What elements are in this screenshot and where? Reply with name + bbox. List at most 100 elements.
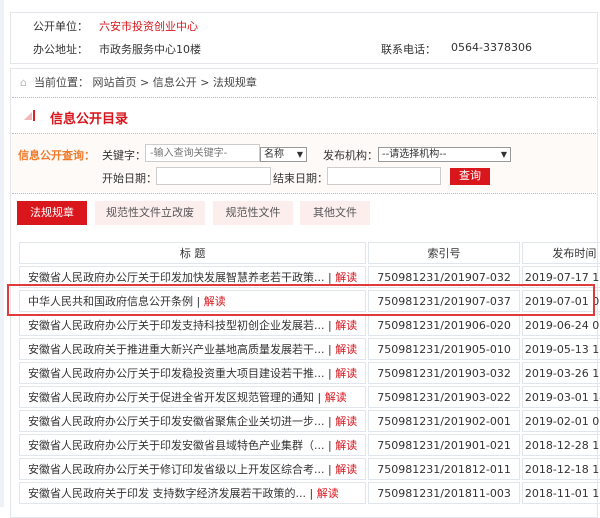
org-select-value: --请选择机构-- [382, 149, 447, 160]
header-date: 发布时间 [521, 242, 600, 264]
tab-regulations[interactable]: 法规规章 [17, 201, 87, 225]
interpretation-link[interactable]: 解读 [204, 295, 226, 308]
address-value: 市政务服务中心10楼 [99, 43, 201, 56]
document-title-link[interactable]: 安徽省人民政府办公厅关于促进全省开发区规范管理的通知 [28, 391, 314, 404]
row-title-cell: 安徽省人民政府办公厅关于修订印发省级以上开发区综合考... | 解读 [19, 458, 367, 480]
row-index: 750981231/201902-001 [368, 410, 520, 432]
tab-other-documents[interactable]: 其他文件 [300, 201, 370, 225]
row-date: 2019-06-24 09:19 [521, 314, 600, 336]
document-title-link[interactable]: 安徽省人民政府关于印发 支持数字经济发展若干政策的... [28, 487, 306, 500]
divider [12, 193, 596, 194]
keyword-input[interactable] [145, 144, 260, 162]
breadcrumb-sep: > [200, 76, 210, 89]
row-date: 2019-07-17 12:21 [521, 266, 600, 288]
row-index: 750981231/201906-020 [368, 314, 520, 336]
table-row: 安徽省人民政府办公厅关于印发支持科技型初创企业发展若... | 解读 750981… [19, 314, 600, 336]
table-row: 安徽省人民政府办公厅关于印发安徽省聚焦企业关切进一步... | 解读 750981… [19, 410, 600, 432]
document-title-link[interactable]: 安徽省人民政府办公厅关于修订印发省级以上开发区综合考... [28, 463, 325, 476]
document-title-link[interactable]: 安徽省人民政府关于推进重大新兴产业基地高质量发展若干... [28, 343, 325, 356]
interpretation-link[interactable]: 解读 [325, 391, 347, 404]
home-icon: ⌂ [20, 76, 27, 89]
row-index: 750981231/201812-011 [368, 458, 520, 480]
tab-normative-revisions[interactable]: 规范性文件立改废 [95, 201, 205, 225]
document-table: 标 题 索引号 发布时间 安徽省人民政府办公厅关于印发加快发展智慧养老若干政策.… [17, 240, 600, 506]
breadcrumb-prefix: 当前位置： [33, 76, 89, 89]
document-title-link[interactable]: 安徽省人民政府办公厅关于印发加快发展智慧养老若干政策... [28, 271, 325, 284]
document-title-link[interactable]: 安徽省人民政府办公厅关于印发安徽省聚焦企业关切进一步... [28, 415, 325, 428]
row-title-cell: 安徽省人民政府办公厅关于印发安徽省县域特色产业集群（... | 解读 [19, 434, 367, 456]
breadcrumb-info[interactable]: 信息公开 [153, 76, 197, 89]
search-button[interactable]: 查询 [450, 168, 490, 185]
breadcrumb: ⌂ 当前位置： 网站首页 > 信息公开 > 法规规章 [20, 74, 257, 90]
table-row: 安徽省人民政府办公厅关于促进全省开发区规范管理的通知 | 解读 750981231… [19, 386, 600, 408]
row-index: 750981231/201901-021 [368, 434, 520, 456]
interpretation-link[interactable]: 解读 [335, 415, 357, 428]
row-date: 2018-11-01 11:35 [521, 482, 600, 504]
row-date: 2018-12-28 15:25 [521, 434, 600, 456]
table-row: 安徽省人民政府关于印发 支持数字经济发展若干政策的... | 解读 7509812… [19, 482, 600, 504]
end-date-label: 结束日期： [273, 172, 328, 185]
row-title-cell: 安徽省人民政府办公厅关于印发安徽省聚焦企业关切进一步... | 解读 [19, 410, 367, 432]
row-title-cell: 安徽省人民政府办公厅关于印发稳投资重大项目建设若干推... | 解读 [19, 362, 367, 384]
unit-label: 公开单位： [33, 20, 88, 33]
row-title-cell: 安徽省人民政府办公厅关于印发支持科技型初创企业发展若... | 解读 [19, 314, 367, 336]
row-title-cell: 安徽省人民政府办公厅关于印发加快发展智慧养老若干政策... | 解读 [19, 266, 367, 288]
row-title-cell: 安徽省人民政府关于印发 支持数字经济发展若干政策的... | 解读 [19, 482, 367, 504]
chevron-down-icon: ▼ [296, 150, 303, 159]
interpretation-link[interactable]: 解读 [335, 271, 357, 284]
row-date: 2019-03-26 10:09 [521, 362, 600, 384]
section-header: 信息公开目录 [12, 104, 596, 128]
row-index: 750981231/201907-032 [368, 266, 520, 288]
info-panel: 公开单位： 六安市投资创业中心 办公地址： 市政务服务中心10楼 联系电话： 0… [10, 12, 598, 64]
row-title-cell: 安徽省人民政府办公厅关于促进全省开发区规范管理的通知 | 解读 [19, 386, 367, 408]
document-title-link[interactable]: 安徽省人民政府办公厅关于印发稳投资重大项目建设若干推... [28, 367, 325, 380]
unit-value: 六安市投资创业中心 [99, 20, 198, 33]
breadcrumb-current[interactable]: 法规规章 [213, 76, 257, 89]
row-title-cell: 安徽省人民政府关于推进重大新兴产业基地高质量发展若干... | 解读 [19, 338, 367, 360]
interpretation-link[interactable]: 解读 [335, 343, 357, 356]
table-row: 安徽省人民政府办公厅关于印发加快发展智慧养老若干政策... | 解读 750981… [19, 266, 600, 288]
breadcrumb-sep: > [139, 76, 150, 89]
phone-value: 0564-3378306 [451, 41, 532, 54]
document-title-link[interactable]: 安徽省人民政府办公厅关于印发支持科技型初创企业发展若... [28, 319, 325, 332]
interpretation-link[interactable]: 解读 [335, 319, 357, 332]
left-edge [0, 0, 4, 507]
start-date-label: 开始日期： [102, 172, 157, 185]
header-title: 标 题 [19, 242, 367, 264]
keyword-label: 关键字： [102, 149, 146, 162]
table-row: 安徽省人民政府办公厅关于印发稳投资重大项目建设若干推... | 解读 750981… [19, 362, 600, 384]
section-title: 信息公开目录 [50, 112, 129, 127]
chevron-down-icon: ▼ [500, 150, 507, 159]
row-title-cell: 中华人民共和国政府信息公开条例 | 解读 [19, 290, 367, 312]
header-index: 索引号 [368, 242, 520, 264]
org-label: 发布机构： [323, 149, 378, 162]
row-date: 2019-02-01 09:45 [521, 410, 600, 432]
address-label: 办公地址： [33, 43, 88, 56]
breadcrumb-home[interactable]: 网站首页 [92, 76, 136, 89]
table-row: 中华人民共和国政府信息公开条例 | 解读 750981231/201907-037… [19, 290, 600, 312]
field-select-value: 名称 [264, 149, 284, 160]
org-select[interactable]: --请选择机构-- ▼ [378, 147, 511, 162]
table-row: 安徽省人民政府办公厅关于印发安徽省县域特色产业集群（... | 解读 750981… [19, 434, 600, 456]
field-select[interactable]: 名称 ▼ [260, 147, 307, 162]
row-date: 2018-12-18 17:52 [521, 458, 600, 480]
tab-normative-documents[interactable]: 规范性文件 [213, 201, 293, 225]
row-date: 2019-03-01 14:25 [521, 386, 600, 408]
table-row: 安徽省人民政府办公厅关于修订印发省级以上开发区综合考... | 解读 750981… [19, 458, 600, 480]
search-label: 信息公开查询： [18, 149, 95, 162]
interpretation-link[interactable]: 解读 [335, 463, 357, 476]
document-title-link[interactable]: 安徽省人民政府办公厅关于印发安徽省县域特色产业集群（... [28, 439, 325, 452]
divider [12, 97, 596, 98]
interpretation-link[interactable]: 解读 [317, 487, 339, 500]
end-date-input[interactable] [327, 167, 441, 185]
corner-icon [24, 112, 32, 120]
row-date: 2019-07-01 09:50 [521, 290, 600, 312]
bar-icon [33, 110, 35, 121]
interpretation-link[interactable]: 解读 [335, 367, 357, 380]
table-header: 标 题 索引号 发布时间 [19, 242, 600, 264]
phone-label: 联系电话： [381, 43, 436, 56]
start-date-input[interactable] [156, 167, 271, 185]
document-title-link[interactable]: 中华人民共和国政府信息公开条例 [28, 295, 193, 308]
interpretation-link[interactable]: 解读 [335, 439, 357, 452]
table-row: 安徽省人民政府关于推进重大新兴产业基地高质量发展若干... | 解读 750981… [19, 338, 600, 360]
